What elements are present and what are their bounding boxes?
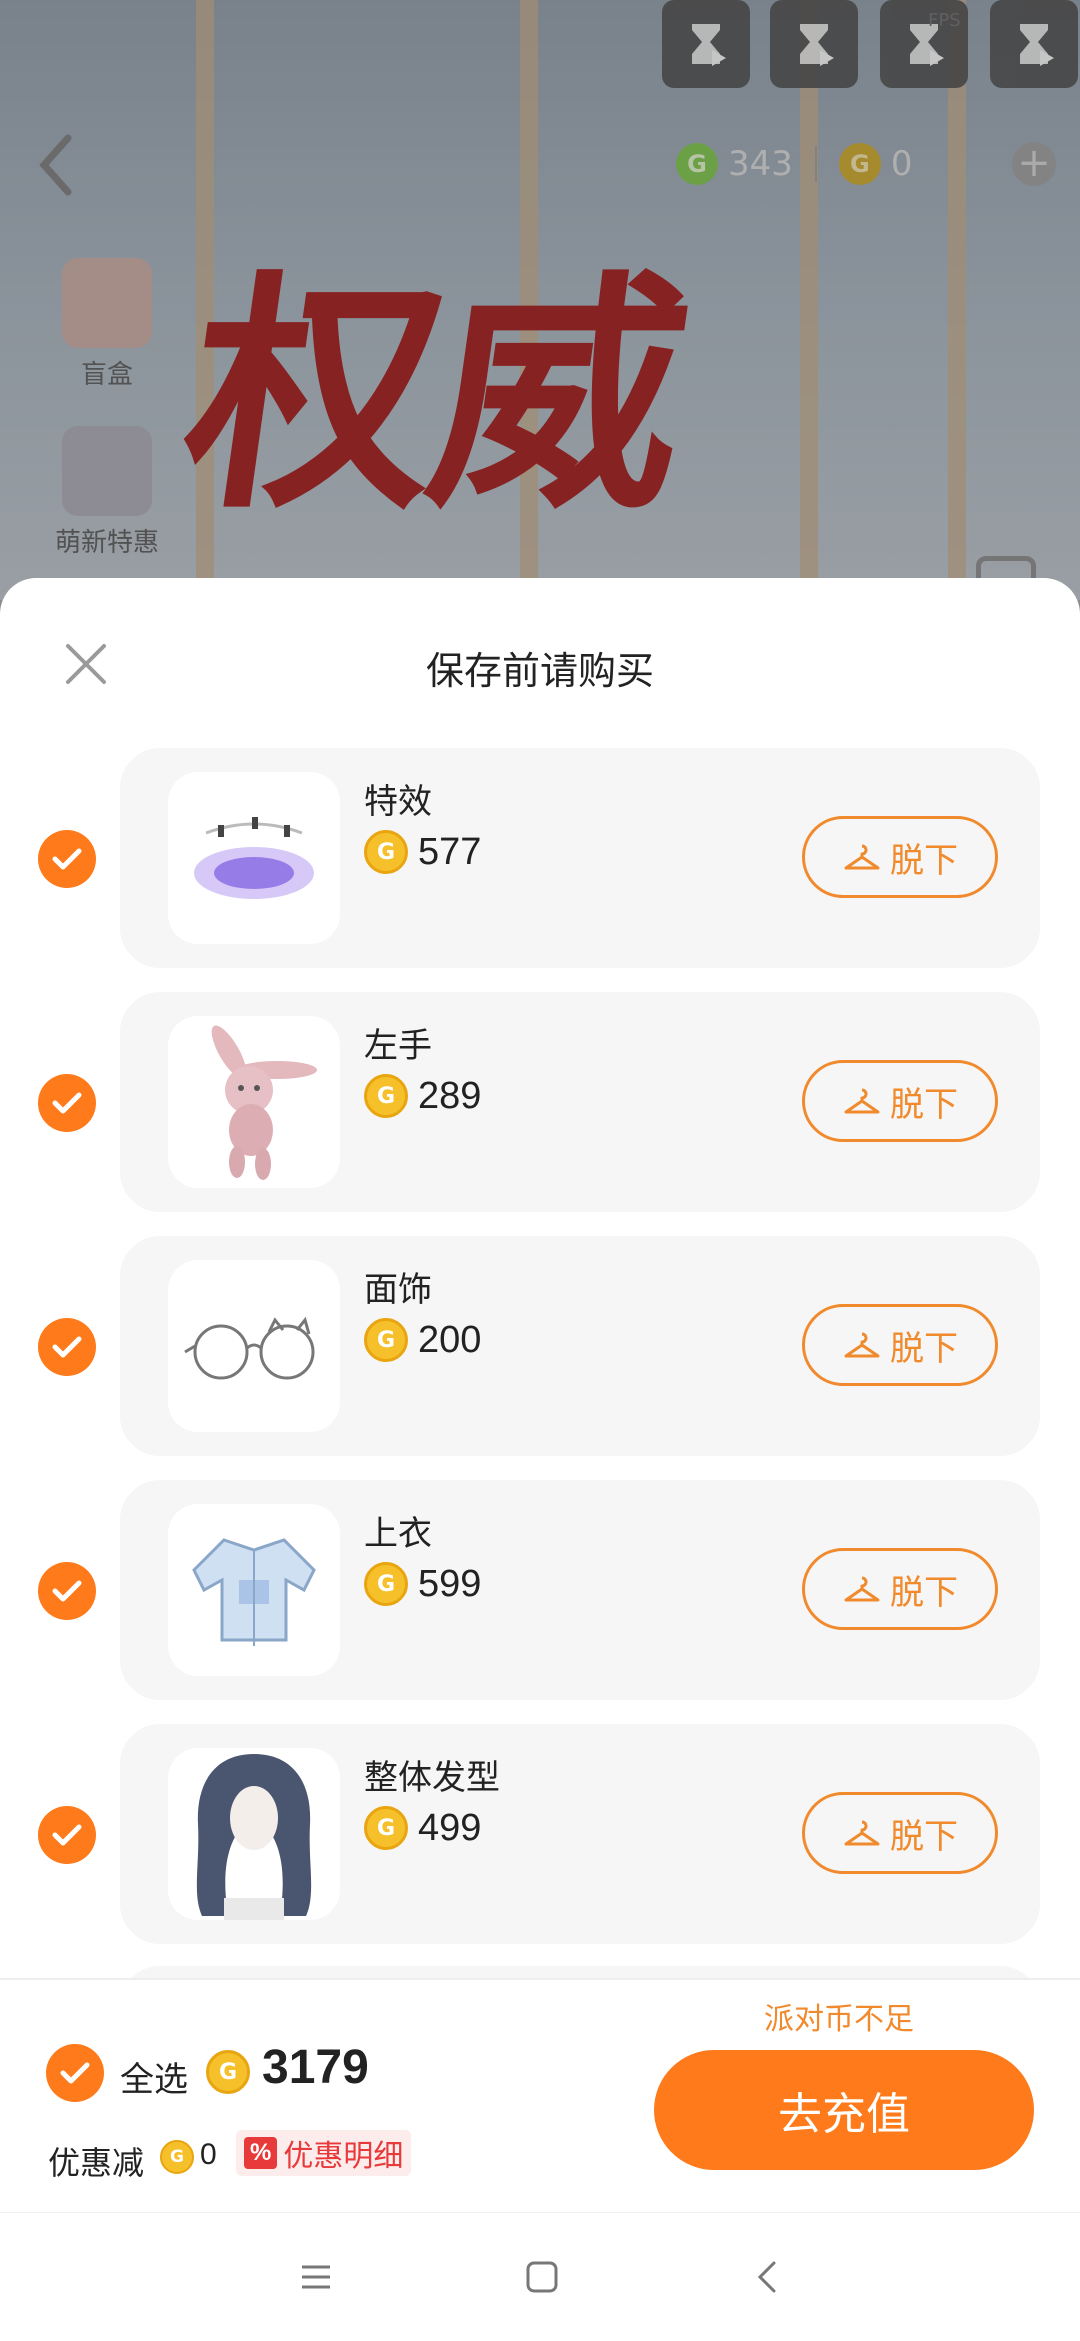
hanger-icon xyxy=(844,1332,880,1358)
hanger-icon xyxy=(844,1820,880,1846)
hanger-icon xyxy=(844,1576,880,1602)
recent-apps-button[interactable] xyxy=(296,2257,336,2297)
item-price: 289 xyxy=(418,1074,482,1117)
home-button[interactable] xyxy=(522,2257,562,2297)
list-item: 上衣 G 599 脱下 xyxy=(120,1480,1040,1700)
check-icon xyxy=(52,1580,82,1602)
party-coin-icon: G xyxy=(364,1074,408,1118)
select-all-label[interactable]: 全选 xyxy=(120,2052,188,2101)
party-coin-icon: G xyxy=(206,2050,250,2094)
item-name: 左手 xyxy=(364,1027,432,1065)
bunny-plush-icon xyxy=(211,1025,317,1180)
square-icon xyxy=(526,2261,558,2293)
hairstyle-icon xyxy=(196,1754,312,1920)
undress-label: 脱下 xyxy=(890,841,958,880)
item-name: 面饰 xyxy=(364,1271,432,1309)
undress-button[interactable]: 脱下 xyxy=(802,1060,998,1142)
check-icon xyxy=(60,2062,90,2084)
item-name: 整体发型 xyxy=(364,1759,500,1797)
item-checkbox[interactable] xyxy=(38,1318,96,1376)
check-icon xyxy=(52,848,82,870)
discount-value: 0 xyxy=(200,2138,217,2171)
discount-detail-label: 优惠明细 xyxy=(283,2140,404,2173)
item-thumbnail-left-hand xyxy=(168,1016,340,1188)
item-price-row: G 577 xyxy=(364,830,481,874)
party-coin-icon: G xyxy=(160,2140,194,2174)
list-item: 特效 G 577 脱下 xyxy=(120,748,1040,968)
item-price: 200 xyxy=(418,1318,482,1361)
list-item: 面饰 G 200 脱下 xyxy=(120,1236,1040,1456)
hanger-icon xyxy=(844,844,880,870)
item-name: 特效 xyxy=(364,783,432,821)
magic-circle-icon xyxy=(194,817,314,899)
item-checkbox[interactable] xyxy=(38,1074,96,1132)
select-all-checkbox[interactable] xyxy=(46,2044,104,2102)
list-item: 整体发型 G 499 脱下 xyxy=(120,1724,1040,1944)
item-thumbnail-effect xyxy=(168,772,340,944)
undress-label: 脱下 xyxy=(890,1817,958,1856)
undress-button[interactable]: 脱下 xyxy=(802,1792,998,1874)
glasses-icon xyxy=(184,1316,315,1380)
item-price: 599 xyxy=(418,1562,482,1605)
jacket-icon xyxy=(192,1538,316,1646)
insufficient-coins-label: 派对币不足 xyxy=(764,2003,914,2036)
undress-label: 脱下 xyxy=(890,1573,958,1612)
check-icon xyxy=(52,1824,82,1846)
discount-label: 优惠减 xyxy=(48,2145,145,2181)
discount-detail-link[interactable]: % 优惠明细 xyxy=(236,2130,412,2176)
total-price: 3179 xyxy=(262,2041,369,2094)
item-price-row: G 599 xyxy=(364,1562,481,1606)
item-checkbox[interactable] xyxy=(38,830,96,888)
item-name: 上衣 xyxy=(364,1515,432,1553)
overlay-dim xyxy=(0,0,1080,600)
chevron-left-icon xyxy=(757,2261,776,2293)
recharge-button[interactable]: 去充值 xyxy=(654,2050,1034,2170)
item-checkbox[interactable] xyxy=(38,1806,96,1864)
item-price-row: G 499 xyxy=(364,1806,481,1850)
list-item: 左手 G 289 脱下 xyxy=(120,992,1040,1212)
undress-button[interactable]: 脱下 xyxy=(802,1548,998,1630)
hanger-icon xyxy=(844,1088,880,1114)
item-thumbnail-top xyxy=(168,1504,340,1676)
percent-tag-icon: % xyxy=(244,2137,278,2169)
menu-icon xyxy=(302,2265,330,2289)
party-coin-icon: G xyxy=(364,1806,408,1850)
item-thumbnail-hairstyle xyxy=(168,1748,340,1920)
check-icon xyxy=(52,1336,82,1358)
item-price: 577 xyxy=(418,830,482,873)
sheet-title: 保存前请购买 xyxy=(425,651,654,693)
game-scene: 权威 FPS G 343 G 0 + 盲盒 萌新特惠 xyxy=(0,0,1080,600)
party-coin-icon: G xyxy=(364,1562,408,1606)
undress-label: 脱下 xyxy=(890,1085,958,1124)
undress-label: 脱下 xyxy=(890,1329,958,1368)
item-checkbox[interactable] xyxy=(38,1562,96,1620)
system-nav-bar xyxy=(0,2212,1080,2341)
item-thumbnail-face-accessory xyxy=(168,1260,340,1432)
item-price-row: G 289 xyxy=(364,1074,481,1118)
undress-button[interactable]: 脱下 xyxy=(802,1304,998,1386)
party-coin-icon: G xyxy=(364,1318,408,1362)
system-back-button[interactable] xyxy=(748,2257,788,2297)
undress-button[interactable]: 脱下 xyxy=(802,816,998,898)
purchase-footer: 派对币不足 全选 G 3179 优惠减 G 0 % 优惠明细 去充值 xyxy=(0,1978,1080,2212)
party-coin-icon: G xyxy=(364,830,408,874)
item-price: 499 xyxy=(418,1806,482,1849)
item-price-row: G 200 xyxy=(364,1318,481,1362)
check-icon xyxy=(52,1092,82,1114)
